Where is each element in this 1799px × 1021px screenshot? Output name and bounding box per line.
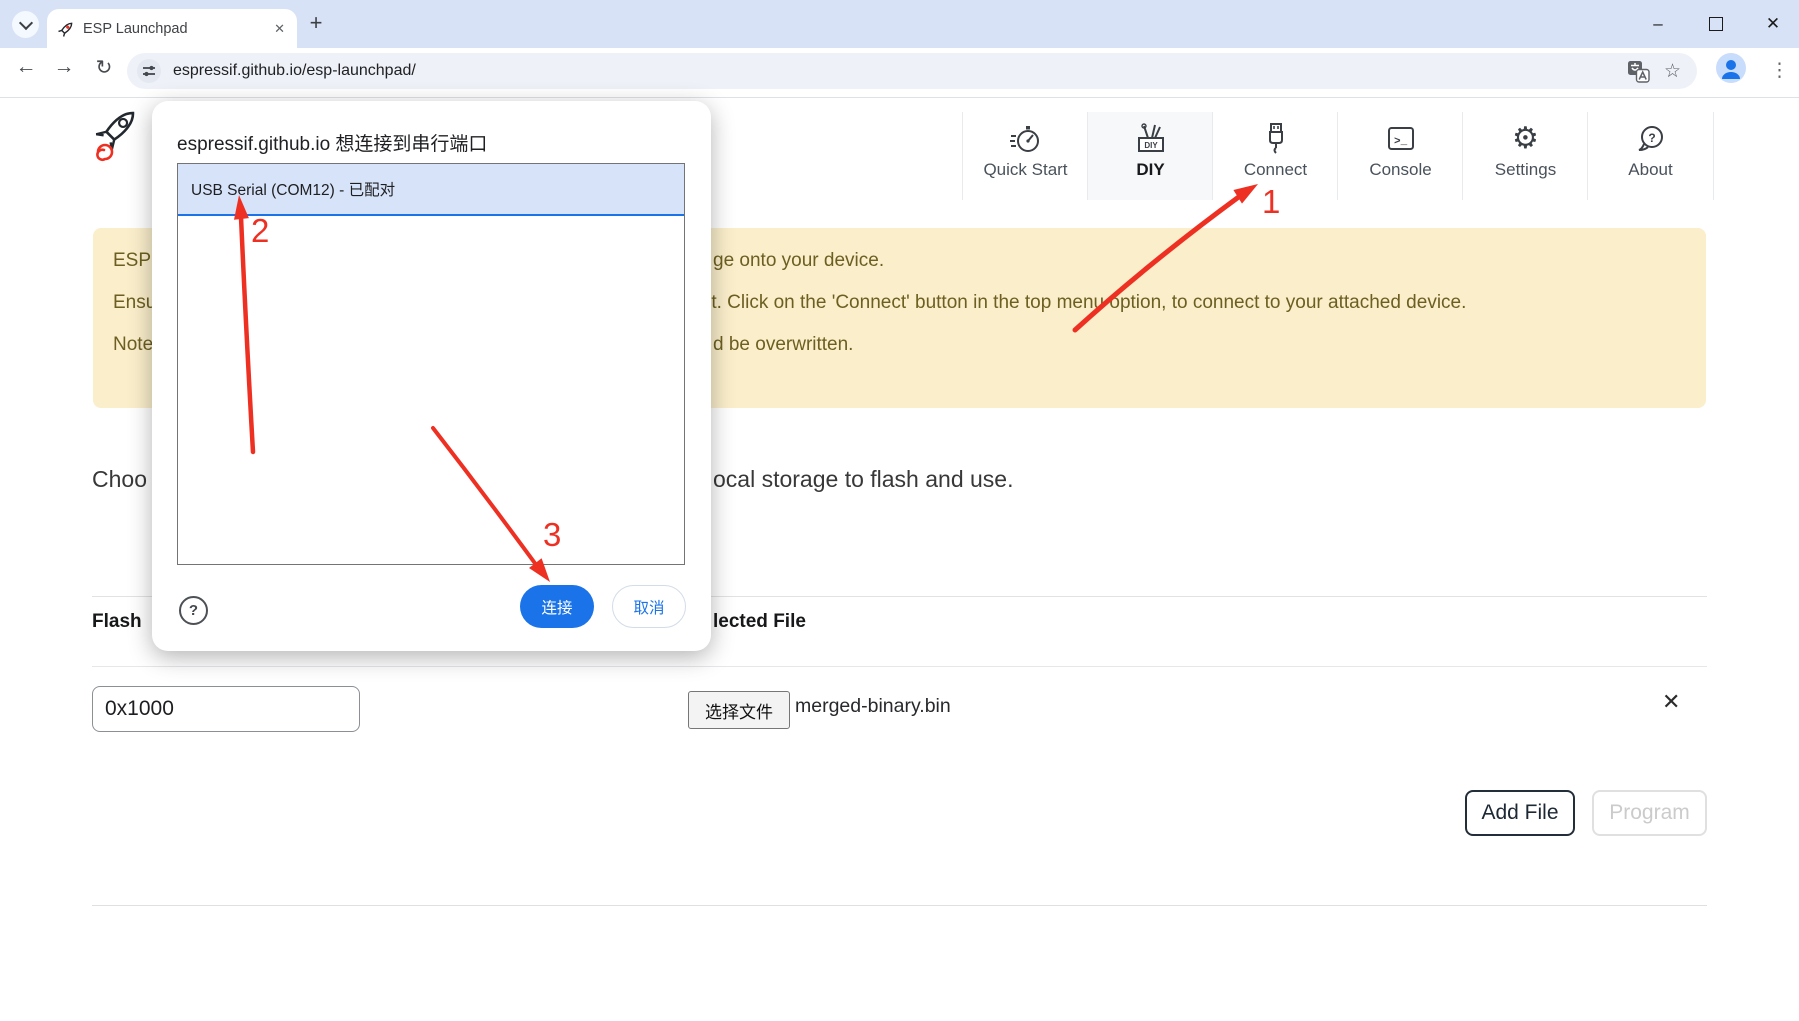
divider bbox=[92, 666, 1707, 667]
toolbox-diy-icon: DIY bbox=[1134, 122, 1168, 156]
terminal-icon: >_ bbox=[1385, 122, 1417, 156]
usb-plug-icon bbox=[1260, 122, 1292, 156]
choose-file-button[interactable]: 选择文件 bbox=[688, 691, 790, 729]
rocket-favicon-icon bbox=[57, 20, 75, 38]
chevron-down-icon bbox=[18, 16, 32, 30]
choose-text-left: Choo bbox=[92, 466, 147, 493]
selected-file-name: merged-binary.bin bbox=[795, 695, 951, 718]
banner-line3-left: Note bbox=[113, 334, 153, 356]
divider bbox=[92, 905, 1707, 906]
browser-tab[interactable]: ESP Launchpad ✕ bbox=[47, 9, 297, 48]
serial-port-option-selected[interactable]: USB Serial (COM12) - 已配对 bbox=[178, 164, 684, 216]
banner-line2-right: rt. Click on the 'Connect' button in the… bbox=[705, 292, 1466, 314]
nav-item-about[interactable]: ? About bbox=[1587, 112, 1714, 200]
dialog-cancel-button[interactable]: 取消 bbox=[612, 585, 686, 628]
program-button-disabled[interactable]: Program bbox=[1592, 790, 1707, 836]
choose-text-right: ocal storage to flash and use. bbox=[713, 466, 1013, 493]
browser-menu-icon[interactable]: ⋮ bbox=[1770, 59, 1789, 82]
nav-label: DIY bbox=[1136, 160, 1164, 180]
site-settings-icon[interactable] bbox=[136, 58, 162, 84]
bookmark-star-icon[interactable]: ☆ bbox=[1664, 60, 1681, 83]
address-bar[interactable]: espressif.github.io/esp-launchpad/ ☆ bbox=[127, 53, 1697, 89]
serial-port-list[interactable]: USB Serial (COM12) - 已配对 bbox=[177, 163, 685, 565]
flash-address-input[interactable] bbox=[92, 686, 360, 732]
tab-title: ESP Launchpad bbox=[83, 21, 274, 37]
nav-label: Connect bbox=[1244, 160, 1307, 180]
add-file-button[interactable]: Add File bbox=[1465, 790, 1575, 836]
banner-line3-right: d be overwritten. bbox=[713, 334, 853, 356]
window-minimize-button[interactable]: – bbox=[1638, 8, 1678, 40]
gear-icon: ⚙ bbox=[1512, 122, 1539, 156]
serial-port-label: USB Serial (COM12) - 已配对 bbox=[191, 178, 395, 200]
serial-port-dialog: espressif.github.io 想连接到串行端口 USB Serial … bbox=[152, 101, 711, 651]
window-maximize-button[interactable] bbox=[1696, 8, 1736, 40]
nav-label: Console bbox=[1369, 160, 1431, 180]
dialog-help-icon[interactable]: ? bbox=[179, 596, 208, 625]
nav-item-quick-start[interactable]: Quick Start bbox=[962, 112, 1088, 200]
flash-column-header: Flash bbox=[92, 611, 142, 633]
translate-icon[interactable] bbox=[1627, 60, 1650, 83]
nav-label: About bbox=[1628, 160, 1672, 180]
banner-line1-left: ESP bbox=[113, 250, 151, 272]
nav-item-settings[interactable]: ⚙ Settings bbox=[1462, 112, 1588, 200]
nav-label: Settings bbox=[1495, 160, 1556, 180]
banner-line1-right: ge onto your device. bbox=[713, 250, 884, 272]
remove-file-icon[interactable]: ✕ bbox=[1662, 689, 1680, 715]
esp-launchpad-logo bbox=[84, 102, 148, 166]
diy-box-text: DIY bbox=[1144, 141, 1158, 150]
nav-item-diy[interactable]: DIY DIY bbox=[1087, 112, 1213, 200]
dialog-connect-button[interactable]: 连接 bbox=[520, 585, 594, 628]
svg-text:?: ? bbox=[1648, 131, 1655, 145]
console-glyph: >_ bbox=[1394, 136, 1408, 148]
forward-button[interactable]: → bbox=[51, 55, 77, 79]
help-bubble-icon: ? bbox=[1635, 122, 1667, 156]
stopwatch-icon bbox=[1010, 122, 1042, 156]
banner-line2-left: Ensu bbox=[113, 292, 156, 314]
nav-item-console[interactable]: >_ Console bbox=[1337, 112, 1463, 200]
profile-avatar[interactable] bbox=[1716, 53, 1746, 83]
browser-toolbar: ← → ↻ espressif.github.io/esp-launchpad/… bbox=[0, 48, 1799, 98]
back-button[interactable]: ← bbox=[13, 55, 39, 79]
new-tab-button[interactable]: + bbox=[303, 10, 329, 36]
url-text[interactable]: espressif.github.io/esp-launchpad/ bbox=[173, 62, 416, 80]
reload-button[interactable]: ↻ bbox=[91, 55, 117, 80]
tab-close-icon[interactable]: ✕ bbox=[274, 21, 285, 37]
tab-strip: ESP Launchpad ✕ + – ✕ bbox=[0, 0, 1799, 48]
nav-label: Quick Start bbox=[983, 160, 1067, 180]
window-close-button[interactable]: ✕ bbox=[1753, 8, 1793, 40]
maximize-icon bbox=[1709, 17, 1723, 31]
dialog-title: espressif.github.io 想连接到串行端口 bbox=[177, 129, 487, 156]
tab-search-button[interactable] bbox=[12, 11, 39, 38]
selected-file-column-header: lected File bbox=[713, 611, 806, 633]
nav-item-connect[interactable]: Connect bbox=[1212, 112, 1338, 200]
